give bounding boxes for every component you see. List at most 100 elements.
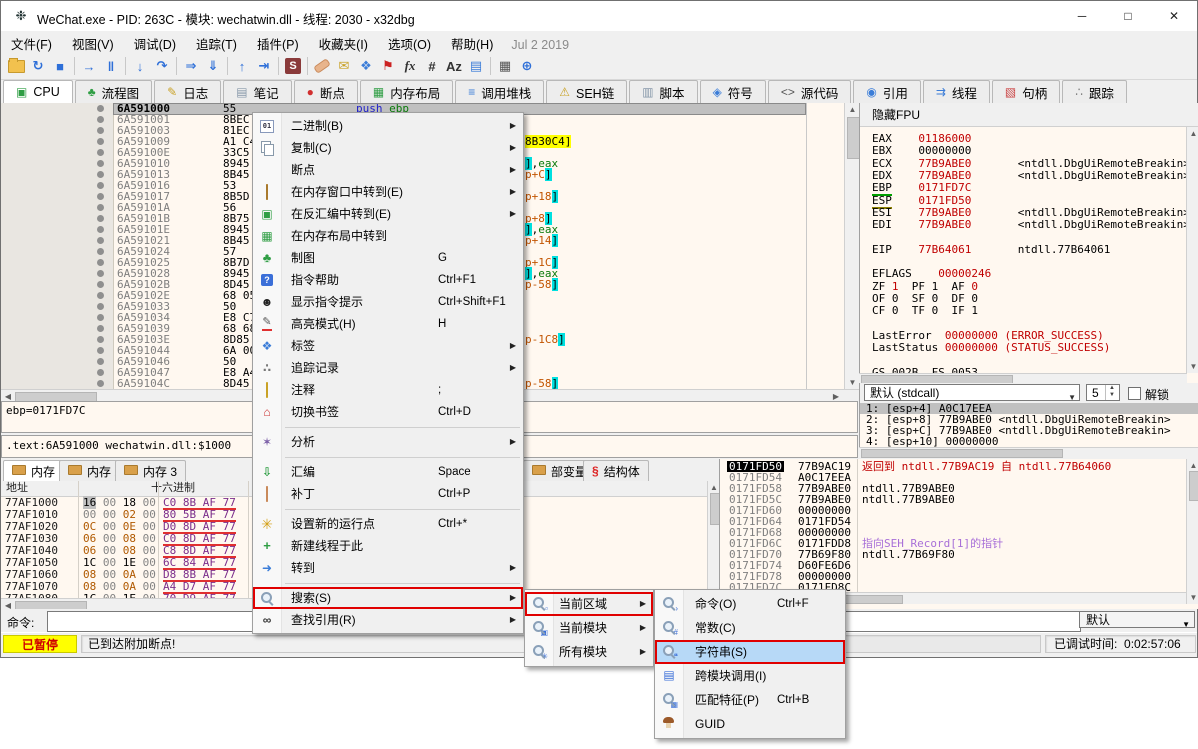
stop-icon[interactable]: ■ <box>49 56 71 76</box>
tab-log[interactable]: ✎日志 <box>154 80 221 103</box>
restart-icon[interactable]: ↻ <box>27 56 49 76</box>
hash-icon[interactable]: # <box>421 56 443 76</box>
step-into-swift-icon[interactable]: ⇓ <box>202 56 224 76</box>
command-profile-select[interactable]: 默认▼ <box>1079 611 1195 628</box>
calculator-icon[interactable]: ▦ <box>494 56 516 76</box>
menu-item-命令(O)[interactable]: ›命令(O)Ctrl+F <box>655 592 845 616</box>
menu-item-标签[interactable]: ❖标签▶ <box>253 335 523 357</box>
menu-item-设置新的运行点[interactable]: ✳设置新的运行点Ctrl+* <box>253 513 523 535</box>
register-line[interactable]: LastStatus 00000000 (STATUS_SUCCESS) <box>872 342 1110 354</box>
menu-文件(F)[interactable]: 文件(F) <box>1 31 62 53</box>
tab-notes[interactable]: ▤笔记 <box>223 80 291 103</box>
menu-item-匹配特征(P)[interactable]: ▦匹配特征(P)Ctrl+B <box>655 688 845 712</box>
stack-panel[interactable]: 0171FD5077B9AC19返回到 ntdll.77B9AC19 自 ntd… <box>719 459 1198 609</box>
menu-item-在内存布局中转到[interactable]: ▦在内存布局中转到 <box>253 225 523 247</box>
menu-item-分析[interactable]: ✶分析▶ <box>253 431 523 453</box>
menu-item-补丁[interactable]: 补丁Ctrl+P <box>253 483 523 505</box>
search-type-submenu: ›命令(O)Ctrl+F#常数(C)❝字符串(S)▤跨模块调用(I)▦匹配特征(… <box>654 589 846 739</box>
menu-item-高亮模式(H)[interactable]: ✎高亮模式(H)H <box>253 313 523 335</box>
stack-vscrollbar[interactable]: ▲ ▼ <box>1186 459 1198 604</box>
menu-帮助(H)[interactable]: 帮助(H) <box>441 31 503 53</box>
menu-item-字符串(S)[interactable]: ❝字符串(S) <box>655 640 845 664</box>
register-line[interactable]: EDI 77B9ABE0 <ntdll.DbgUiRemoteBreakin> <box>872 219 1190 231</box>
menu-item-搜索(S)[interactable]: 搜索(S)▶ <box>253 587 523 609</box>
menu-item-断点[interactable]: 断点▶ <box>253 159 523 181</box>
menu-item-在反汇编中转到(E)[interactable]: ▣在反汇编中转到(E)▶ <box>253 203 523 225</box>
menu-item-查找引用(R)[interactable]: ∞查找引用(R)▶ <box>253 609 523 631</box>
run-icon[interactable]: → <box>78 56 100 76</box>
unlock-checkbox[interactable]: 解锁 <box>1128 386 1169 403</box>
registers-vscrollbar[interactable]: ▲ ▼ <box>1186 127 1198 373</box>
menu-item-汇编[interactable]: ⇩汇编Space <box>253 461 523 483</box>
dump-tab-结构体[interactable]: §结构体 <box>583 460 649 481</box>
functions-icon[interactable]: fx <box>399 56 421 76</box>
call-log-icon[interactable]: ▤ <box>465 56 487 76</box>
menu-item-新建线程于此[interactable]: +新建线程于此 <box>253 535 523 557</box>
menu-item-跨模块调用(I)[interactable]: ▤跨模块调用(I) <box>655 664 845 688</box>
tab-graph[interactable]: ♣流程图 <box>75 80 152 103</box>
menu-item-二进制(B)[interactable]: 01二进制(B)▶ <box>253 115 523 137</box>
menu-item-切换书签[interactable]: ⌂切换书签Ctrl+D <box>253 401 523 423</box>
menu-追踪(T)[interactable]: 追踪(T) <box>186 31 247 53</box>
minimize-button[interactable]: ─ <box>1059 1 1105 31</box>
stepper-arrows[interactable]: ▲▼ <box>1105 385 1118 400</box>
menu-item-当前区域[interactable]: ▫当前区域▶ <box>525 592 653 616</box>
menu-item-在内存窗口中转到(E)[interactable]: 在内存窗口中转到(E)▶ <box>253 181 523 203</box>
menu-item-GUID[interactable]: GUID <box>655 712 845 736</box>
menu-item-复制(C)[interactable]: 复制(C)▶ <box>253 137 523 159</box>
menu-item-注释[interactable]: 注释; <box>253 379 523 401</box>
step-into-icon[interactable]: ↓ <box>129 56 151 76</box>
breakpoints-icon[interactable]: ⚑ <box>377 56 399 76</box>
labels-icon[interactable]: ❖ <box>355 56 377 76</box>
run-to-user-code-icon[interactable]: ⇒ <box>180 56 202 76</box>
register-line[interactable]: EIP 77B64061 ntdll.77B64061 <box>872 244 1110 256</box>
tab-symbols[interactable]: ◈符号 <box>700 80 766 103</box>
arguments-hscrollbar[interactable] <box>859 447 1198 459</box>
tab-threads[interactable]: ⇉线程 <box>923 80 990 103</box>
tab-handles[interactable]: ▧句柄 <box>992 80 1060 103</box>
call-arguments-list[interactable]: 1: [esp+4] A0C17EEA2: [esp+8] 77B9ABE0 <… <box>859 403 1198 447</box>
menu-item-显示指令提示[interactable]: ☻显示指令提示Ctrl+Shift+F1 <box>253 291 523 313</box>
step-over-icon[interactable]: ↷ <box>151 56 173 76</box>
tab-references[interactable]: ◉引用 <box>853 80 921 103</box>
menu-item-制图[interactable]: ♣制图G <box>253 247 523 269</box>
patch-icon[interactable] <box>311 56 333 76</box>
menu-item-所有模块[interactable]: ✳所有模块▶ <box>525 640 653 664</box>
menu-item-当前模块[interactable]: ▣当前模块▶ <box>525 616 653 640</box>
tab-seh[interactable]: ⚠SEH链 <box>546 80 627 103</box>
close-button[interactable]: ✕ <box>1151 1 1197 31</box>
register-line[interactable]: CF 0 TF 0 IF 1 <box>872 305 978 317</box>
menu-插件(P)[interactable]: 插件(P) <box>247 31 309 53</box>
menu-item-常数(C)[interactable]: #常数(C) <box>655 616 845 640</box>
tab-trace[interactable]: ∴跟踪 <box>1062 80 1127 103</box>
world-icon[interactable]: ⊕ <box>516 56 538 76</box>
open-file-icon[interactable] <box>5 56 27 76</box>
menu-item-追踪记录[interactable]: ∴追踪记录▶ <box>253 357 523 379</box>
disasm-vscrollbar[interactable]: ▲ ▼ <box>844 103 860 389</box>
menu-视图(V)[interactable]: 视图(V) <box>62 31 124 53</box>
scylla-icon[interactable]: S <box>285 58 301 74</box>
maximize-button[interactable]: □ <box>1105 1 1151 31</box>
menu-item-转到[interactable]: ➜转到▶ <box>253 557 523 579</box>
strings-az-icon[interactable]: Az <box>443 56 465 76</box>
attach-icon[interactable]: ⇥ <box>253 56 275 76</box>
argument-count-stepper[interactable]: 5 ▲▼ <box>1086 384 1120 401</box>
tab-source[interactable]: <>源代码 <box>768 80 852 103</box>
tab-breakpoints[interactable]: ●断点 <box>294 80 358 103</box>
calling-convention-select[interactable]: 默认 (stdcall)▼ <box>864 384 1080 401</box>
menu-收藏夹(I)[interactable]: 收藏夹(I) <box>309 31 378 53</box>
argument-row[interactable]: 4: [esp+10] 00000000 <box>860 436 1198 447</box>
dump-tab-内存 3[interactable]: 内存 3 <box>115 460 186 481</box>
tab-call-stack[interactable]: ≡调用堆栈 <box>455 80 544 103</box>
tab-cpu[interactable]: ▣CPU <box>3 80 73 104</box>
execute-till-return-icon[interactable]: ↑ <box>231 56 253 76</box>
tab-script[interactable]: ▥脚本 <box>629 80 697 103</box>
menu-item-指令帮助[interactable]: ?指令帮助Ctrl+F1 <box>253 269 523 291</box>
hide-fpu-button[interactable]: 隐藏FPU <box>860 103 1198 127</box>
menu-调试(D)[interactable]: 调试(D) <box>124 31 186 53</box>
tab-memory-map[interactable]: ▦内存布局 <box>360 80 453 103</box>
menu-选项(O)[interactable]: 选项(O) <box>378 31 441 53</box>
comments-icon[interactable]: ✉ <box>333 56 355 76</box>
pause-icon[interactable]: ‖ <box>100 56 122 76</box>
checkbox-box[interactable] <box>1128 387 1141 400</box>
